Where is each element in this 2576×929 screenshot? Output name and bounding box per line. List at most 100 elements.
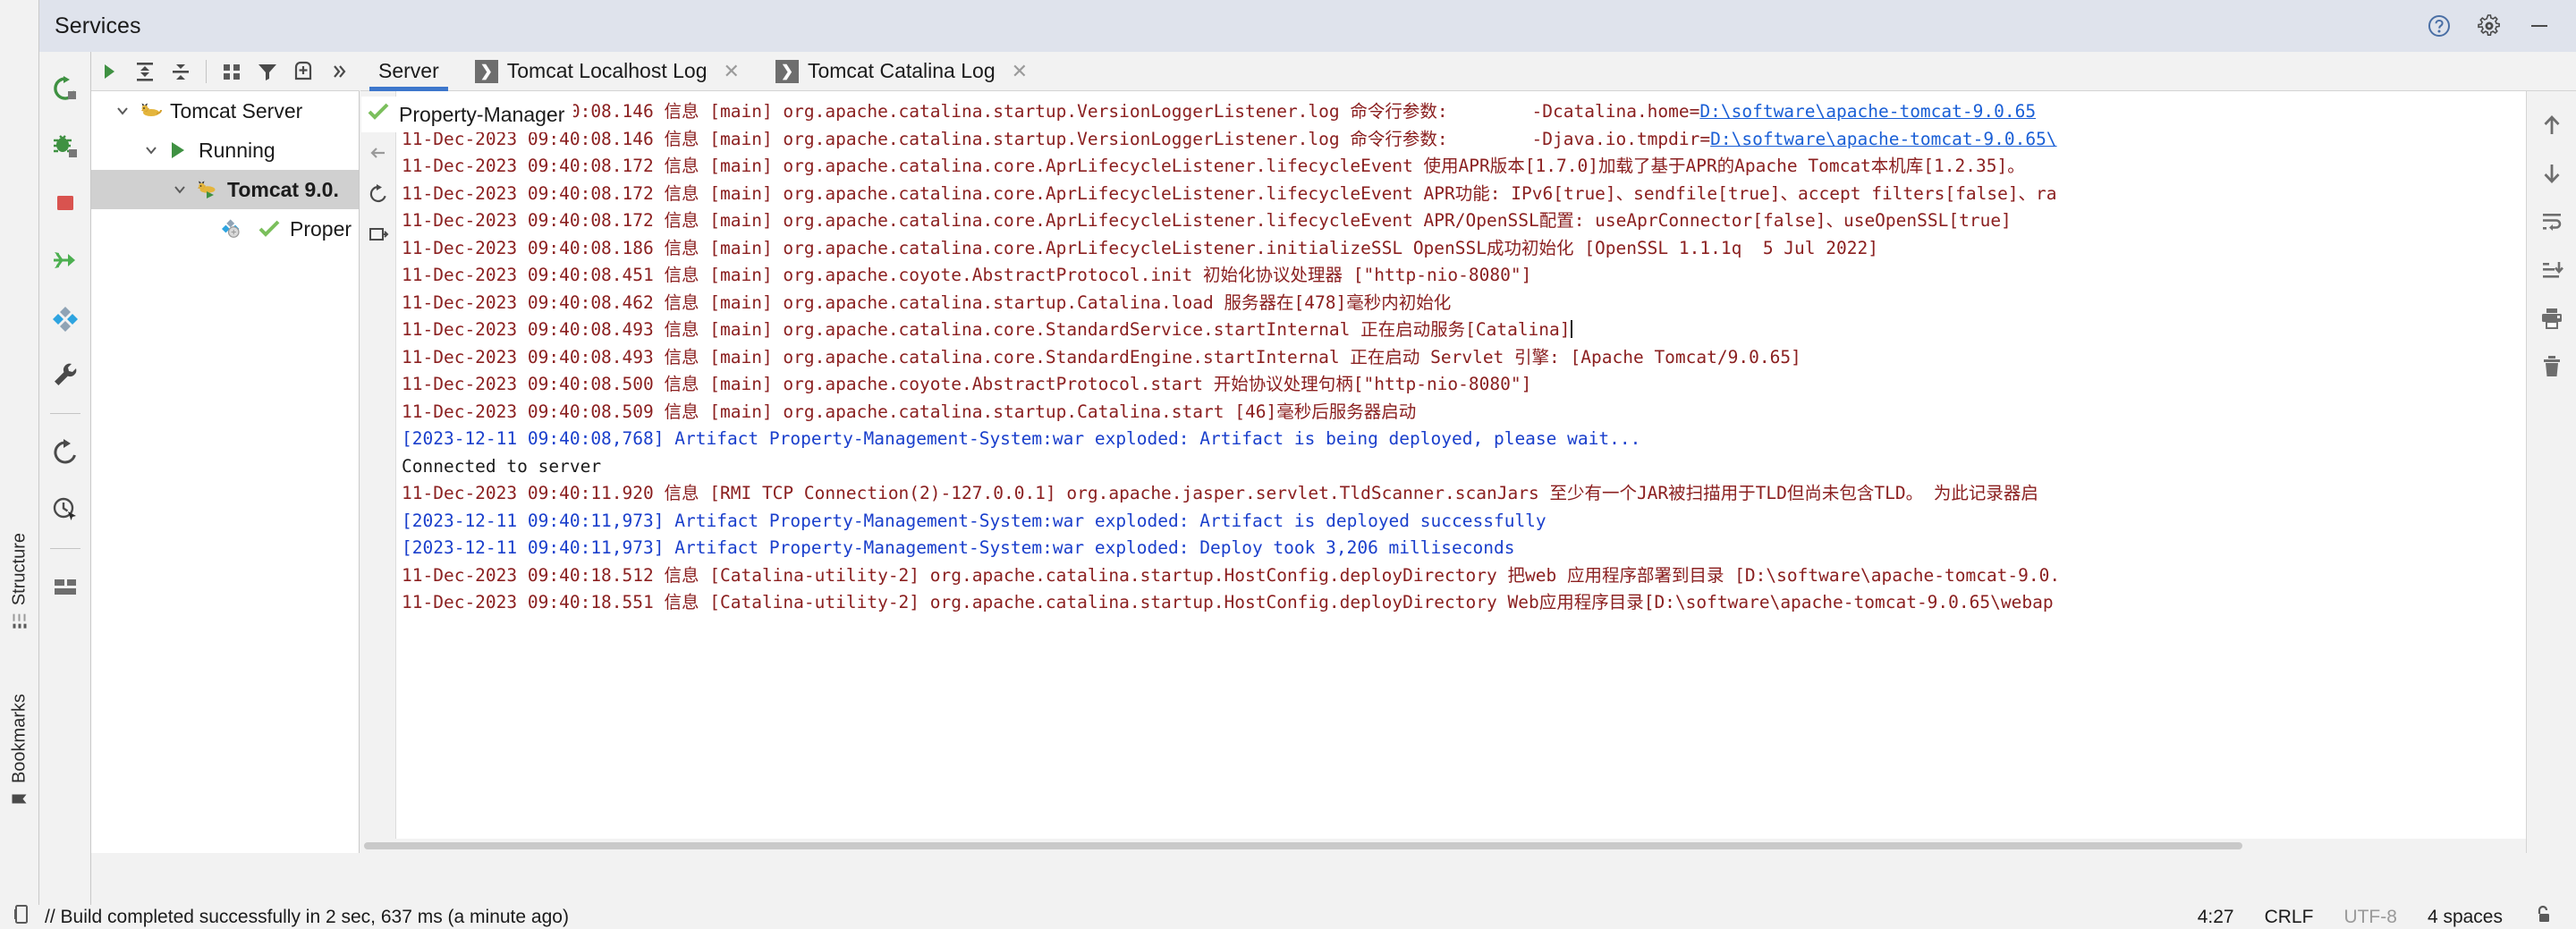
log-text: 11-Dec-2023 09:40:11.920 信息 [RMI TCP Con… — [402, 483, 2038, 503]
collapse-all-icon[interactable] — [163, 54, 199, 89]
file-encoding[interactable]: UTF-8 — [2343, 907, 2397, 928]
artifact-deployed-icon — [222, 217, 249, 241]
log-line: 11-Dec-2023 09:40:08.509 信息 [main] org.a… — [402, 399, 2576, 426]
print-icon[interactable] — [2532, 299, 2572, 338]
caret-position[interactable]: 4:27 — [2198, 907, 2234, 928]
line-separator[interactable]: CRLF — [2265, 907, 2314, 928]
log-text: 11-Dec-2023 09:40:08.509 信息 [main] org.a… — [402, 401, 1417, 422]
tree-row[interactable]: Proper — [91, 209, 359, 249]
back-arrow-icon[interactable] — [365, 139, 392, 166]
run-icon[interactable] — [91, 54, 127, 89]
log-text: 11-Dec-2023 09:40:18.512 信息 [Catalina-ut… — [402, 564, 2061, 586]
close-icon[interactable]: ✕ — [724, 60, 740, 83]
tomcat-cat-icon — [136, 99, 163, 122]
sidebar-item-structure[interactable]: Structure — [0, 528, 39, 636]
soft-wrap-icon[interactable] — [2532, 202, 2572, 241]
console-gutter-toolbar — [360, 91, 396, 853]
console-horizontal-scrollbar[interactable] — [360, 839, 2526, 853]
help-icon[interactable] — [2426, 13, 2453, 39]
log-line: 11-Dec-2023 09:40:08.172 信息 [main] org.a… — [402, 153, 2576, 181]
log-line: 11-Dec-2023 09:40:11.920 信息 [RMI TCP Con… — [402, 480, 2576, 508]
refresh-icon[interactable] — [45, 432, 86, 473]
tree-toolbar — [91, 52, 360, 91]
minimize-icon[interactable] — [2526, 13, 2553, 39]
log-text: 11-Dec-2023 09:40:08.172 信息 [main] org.a… — [402, 156, 2025, 176]
tree-row-label: Tomcat Server — [170, 98, 303, 122]
trash-icon[interactable] — [2532, 347, 2572, 386]
log-text: 11-Dec-2023 09:40:08.451 信息 [main] org.a… — [402, 265, 1532, 285]
tree-row[interactable]: Tomcat Server — [91, 91, 359, 131]
chevron-down-icon[interactable] — [138, 142, 165, 158]
tab-tomcat-localhost-log-label: Tomcat Localhost Log — [506, 59, 708, 82]
rerun-icon[interactable] — [45, 68, 86, 109]
log-line: 11-Dec-2023 09:40:08.172 信息 [main] org.a… — [402, 207, 2576, 235]
history-icon[interactable] — [45, 489, 86, 530]
text-caret — [1570, 320, 1572, 338]
debug-icon[interactable] — [45, 125, 86, 166]
tab-tomcat-catalina-log-label: Tomcat Catalina Log — [807, 59, 996, 82]
indent-setting[interactable]: 4 spaces — [2428, 907, 2503, 928]
export-icon[interactable] — [365, 222, 392, 249]
gear-icon[interactable] — [2476, 13, 2503, 39]
services-titlebar: Services — [39, 0, 2576, 52]
group-icon[interactable] — [214, 54, 250, 89]
close-icon[interactable]: ✕ — [1012, 60, 1028, 83]
console-body: 11-Dec-2023 09:40:08.146 信息 [main] org.a… — [360, 91, 2576, 853]
tree-row[interactable]: Running — [91, 131, 359, 170]
toolbar-divider — [49, 413, 80, 414]
console-area: Server ❯ Tomcat Localhost Log ✕ ❯ Tomcat… — [360, 52, 2576, 853]
scroll-to-end-icon[interactable] — [2532, 250, 2572, 290]
log-text: [2023-12-11 09:40:08,768] Artifact Prope… — [402, 428, 1641, 449]
status-message: // Build completed successfully in 2 sec… — [45, 906, 569, 927]
log-text: Connected to server — [402, 455, 602, 477]
sidebar-item-bookmarks[interactable]: Bookmarks — [0, 688, 39, 814]
sidebar-item-structure-label: Structure — [9, 533, 30, 606]
log-text: [2023-12-11 09:40:11,973] Artifact Prope… — [402, 537, 1515, 558]
log-line: [2023-12-11 09:40:11,973] Artifact Prope… — [402, 508, 2576, 536]
services-tree[interactable]: Tomcat Server Running Tomcat 9.0. Proper — [91, 91, 360, 853]
edit-configurations-icon[interactable] — [45, 297, 86, 338]
page-title: Services — [55, 13, 141, 38]
status-bar: // Build completed successfully in 2 sec… — [0, 904, 2576, 929]
deploy-icon[interactable] — [45, 240, 86, 281]
stop-icon[interactable] — [45, 182, 86, 224]
expand-all-icon[interactable] — [127, 54, 163, 89]
console-icon[interactable] — [13, 904, 32, 929]
chevron-down-icon[interactable] — [166, 182, 193, 198]
tab-tomcat-catalina-log[interactable]: ❯ Tomcat Catalina Log ✕ — [758, 52, 1046, 90]
rerun-circle-icon[interactable] — [365, 181, 392, 207]
left-tool-window-strip: Structure Bookmarks — [0, 0, 39, 905]
log-line: 11-Dec-2023 09:40:08.146 信息 [main] org.a… — [402, 98, 2576, 126]
arrow-down-icon[interactable] — [2532, 154, 2572, 193]
tomcat-cat-running-icon — [193, 178, 220, 201]
log-line: [2023-12-11 09:40:11,973] Artifact Prope… — [402, 535, 2576, 562]
log-link[interactable]: D:\software\apache-tomcat-9.0.65 — [1699, 101, 2036, 122]
add-icon[interactable] — [285, 54, 321, 89]
unlocked-padlock-icon[interactable] — [2533, 904, 2553, 929]
wrench-icon[interactable] — [45, 354, 86, 395]
log-line: 11-Dec-2023 09:40:08.186 信息 [main] org.a… — [402, 235, 2576, 263]
titlebar-actions — [2426, 13, 2553, 39]
more-icon[interactable] — [321, 54, 357, 89]
log-tab-icon: ❯ — [775, 59, 799, 83]
filter-icon[interactable] — [250, 54, 285, 89]
tab-tomcat-localhost-log[interactable]: ❯ Tomcat Localhost Log ✕ — [457, 52, 758, 90]
log-line: 11-Dec-2023 09:40:08.451 信息 [main] org.a… — [402, 262, 2576, 290]
tab-server[interactable]: Server — [360, 52, 457, 91]
deployment-status-badge[interactable]: Property-Manager — [361, 97, 574, 132]
log-text: 11-Dec-2023 09:40:08.493 信息 [main] org.a… — [402, 346, 1801, 367]
chevron-down-icon[interactable] — [109, 103, 136, 119]
arrow-up-icon[interactable] — [2532, 106, 2572, 145]
tree-row-label: Running — [199, 138, 275, 162]
log-line: 11-Dec-2023 09:40:18.512 信息 [Catalina-ut… — [402, 562, 2576, 590]
log-line: 11-Dec-2023 09:40:08.172 信息 [main] org.a… — [402, 181, 2576, 208]
log-line: 11-Dec-2023 09:40:08.462 信息 [main] org.a… — [402, 290, 2576, 317]
scrollbar-thumb[interactable] — [364, 842, 2242, 849]
log-text: 11-Dec-2023 09:40:08.462 信息 [main] org.a… — [402, 291, 1452, 313]
console-log[interactable]: 11-Dec-2023 09:40:08.146 信息 [main] org.a… — [396, 91, 2576, 853]
log-link[interactable]: D:\software\apache-tomcat-9.0.65\ — [1710, 129, 2056, 149]
log-text: [2023-12-11 09:40:11,973] Artifact Prope… — [402, 510, 1546, 531]
log-line: [2023-12-11 09:40:08,768] Artifact Prope… — [402, 426, 2576, 453]
layout-icon[interactable] — [45, 567, 86, 608]
tree-row[interactable]: Tomcat 9.0. — [91, 170, 359, 209]
